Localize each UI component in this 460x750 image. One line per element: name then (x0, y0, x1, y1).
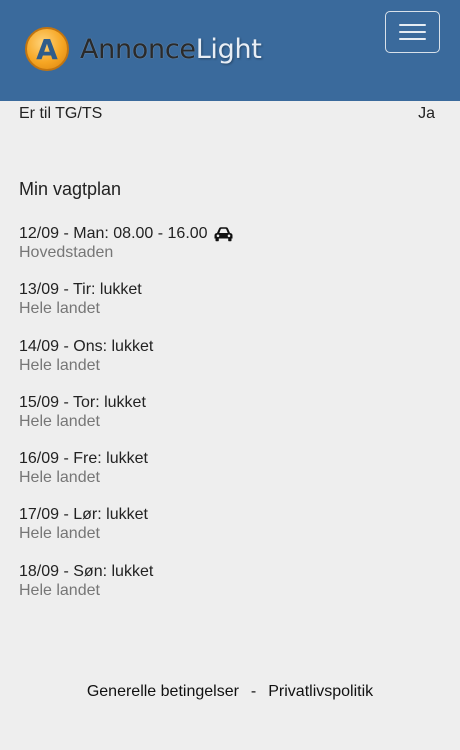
privacy-link[interactable]: Privatlivspolitik (268, 683, 373, 700)
tg-ts-row: Er til TG/TS Ja (19, 105, 435, 123)
shift-list: 12/09 - Man: 08.00 - 16.00 Hovedstaden 1… (19, 224, 234, 618)
shift-item: 12/09 - Man: 08.00 - 16.00 Hovedstaden (19, 224, 234, 280)
footer: Generelle betingelser - Privatlivspolitik (0, 682, 460, 701)
brand-name: AnnonceLight (80, 36, 262, 63)
hamburger-menu-icon (399, 24, 426, 26)
shift-text: 12/09 - Man: 08.00 - 16.00 (19, 225, 208, 242)
shift-region: Hele landet (19, 356, 100, 374)
shift-region: Hele landet (19, 412, 100, 430)
footer-separator: - (250, 683, 257, 700)
shift-item: 13/09 - Tir: lukket Hele landet (19, 280, 234, 336)
hamburger-menu-icon-bar (399, 38, 426, 40)
logo-badge-icon: A (25, 27, 69, 71)
shift-region: Hele landet (19, 581, 100, 599)
shift-region: Hele landet (19, 525, 100, 543)
schedule-title: Min vagtplan (19, 179, 122, 199)
shift-region: Hele landet (19, 300, 100, 318)
car-icon (214, 226, 233, 241)
shift-item: 18/09 - Søn: lukket Hele landet (19, 562, 234, 618)
brand-name-secondary: Light (195, 33, 262, 65)
tg-ts-label: Er til TG/TS (19, 105, 103, 122)
shift-line: 18/09 - Søn: lukket (19, 562, 154, 580)
shift-item: 15/09 - Tor: lukket Hele landet (19, 393, 234, 449)
tg-ts-value: Ja (418, 105, 435, 122)
shift-item: 16/09 - Fre: lukket Hele landet (19, 449, 234, 505)
terms-link[interactable]: Generelle betingelser (87, 683, 239, 700)
shift-line: 13/09 - Tir: lukket (19, 281, 142, 299)
hamburger-menu-icon-bar (399, 31, 426, 33)
shift-line: 15/09 - Tor: lukket (19, 393, 146, 411)
menu-toggle-button[interactable] (385, 11, 440, 53)
brand-name-primary: Annonce (80, 33, 196, 65)
navbar: A AnnonceLight (0, 0, 460, 101)
shift-line: 14/09 - Ons: lukket (19, 337, 154, 355)
shift-item: 17/09 - Lør: lukket Hele landet (19, 505, 234, 561)
shift-line: 17/09 - Lør: lukket (19, 506, 148, 524)
brand-logo[interactable]: A AnnonceLight (25, 25, 262, 73)
shift-region: Hele landet (19, 469, 100, 487)
logo-letter: A (36, 32, 58, 66)
shift-line: 12/09 - Man: 08.00 - 16.00 (19, 224, 234, 243)
shift-line: 16/09 - Fre: lukket (19, 450, 148, 468)
shift-item: 14/09 - Ons: lukket Hele landet (19, 337, 234, 393)
shift-region: Hovedstaden (19, 244, 114, 261)
